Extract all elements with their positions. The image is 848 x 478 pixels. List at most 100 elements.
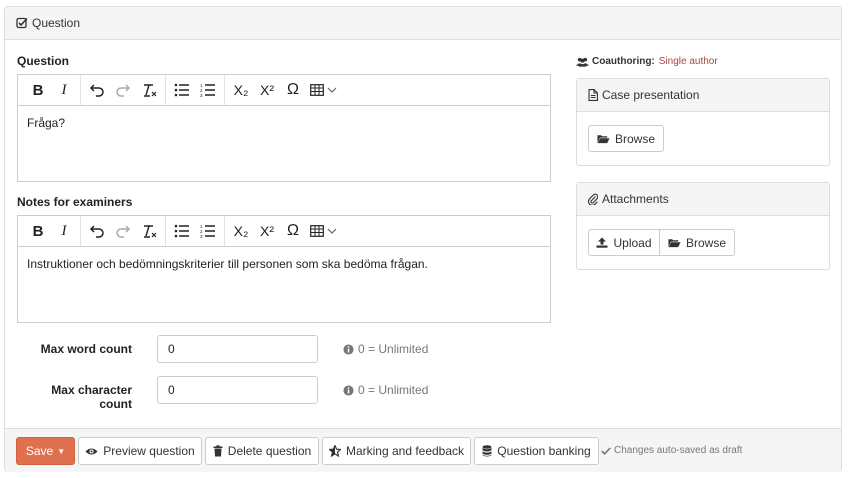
subscript-icon: X₂ [233, 82, 249, 98]
max-word-count-label: Max word count [40, 342, 132, 356]
save-label: Save [25, 444, 54, 458]
notes-editor: B I 123 X₂ X² Ω Instruktioner och bedömn… [17, 215, 551, 323]
question-editor-toolbar: B I 123 X₂ X² Ω [18, 75, 550, 106]
question-banking-label: Question banking [497, 444, 591, 458]
superscript-button[interactable]: X² [254, 219, 280, 243]
attachments-upload-button[interactable]: Upload [588, 229, 660, 256]
marking-feedback-button[interactable]: Marking and feedback [322, 437, 471, 465]
numbered-list-icon: 123 [200, 224, 215, 238]
numbered-list-button[interactable]: 123 [195, 78, 221, 102]
max-word-count-hint-text: 0 = Unlimited [358, 342, 429, 356]
preview-question-label: Preview question [103, 444, 195, 458]
clear-format-icon [144, 225, 157, 238]
file-icon [588, 89, 598, 101]
redo-button[interactable] [110, 78, 136, 102]
case-presentation-browse-label: Browse [614, 131, 655, 146]
autosave-text: Changes auto-saved as draft [614, 445, 743, 456]
undo-icon [89, 225, 104, 238]
clear-format-button[interactable] [136, 78, 162, 102]
users-icon [576, 57, 589, 67]
omega-icon: Ω [287, 222, 299, 239]
folder-open-icon [668, 238, 681, 247]
case-presentation-header: Case presentation [577, 79, 829, 112]
autosave-status: Changes auto-saved as draft [601, 445, 742, 456]
database-icon [482, 445, 492, 457]
preview-question-button[interactable]: Preview question [78, 437, 202, 465]
max-character-count-hint-text: 0 = Unlimited [358, 383, 429, 397]
coauthoring-status: Coauthoring: Single author [576, 56, 718, 67]
paperclip-icon [588, 193, 598, 205]
superscript-icon: X² [260, 223, 274, 239]
superscript-button[interactable]: X² [254, 78, 280, 102]
bullet-list-icon [174, 224, 189, 238]
question-editor-content[interactable]: Fråga? [18, 106, 550, 140]
superscript-icon: X² [260, 82, 274, 98]
svg-text:3: 3 [200, 234, 203, 238]
table-button[interactable] [306, 78, 340, 102]
attachments-panel: Attachments Upload Browse [576, 182, 830, 270]
undo-button[interactable] [84, 219, 110, 243]
case-presentation-panel: Case presentation Browse [576, 78, 830, 166]
max-character-count-input[interactable] [157, 376, 318, 404]
numbered-list-button[interactable]: 123 [195, 219, 221, 243]
chevron-down-icon [327, 228, 336, 234]
eye-icon [85, 447, 98, 455]
notes-editor-toolbar: B I 123 X₂ X² Ω [18, 216, 550, 247]
undo-icon [89, 84, 104, 97]
info-circle-icon [343, 343, 354, 355]
panel-footer: Save ▼ Preview question Delete question … [5, 428, 841, 472]
bullet-list-button[interactable] [169, 219, 195, 243]
svg-text:3: 3 [200, 93, 203, 97]
italic-button[interactable]: I [51, 78, 77, 102]
bullet-list-icon [174, 83, 189, 97]
subscript-button[interactable]: X₂ [228, 78, 254, 102]
trash-icon [213, 445, 223, 457]
bold-button[interactable]: B [25, 219, 51, 243]
table-icon [309, 84, 324, 96]
clear-format-button[interactable] [136, 219, 162, 243]
attachments-title: Attachments [602, 192, 669, 206]
numbered-list-icon: 123 [200, 83, 215, 97]
question-editor: B I 123 X₂ X² Ω Fråga? [17, 74, 551, 182]
attachments-browse-button[interactable]: Browse [659, 229, 735, 256]
coauthoring-label: Coauthoring: [592, 56, 655, 67]
omega-icon: Ω [287, 81, 299, 98]
attachments-browse-label: Browse [685, 235, 726, 250]
marking-feedback-label: Marking and feedback [345, 444, 465, 458]
redo-button[interactable] [110, 219, 136, 243]
italic-button[interactable]: I [51, 219, 77, 243]
checkbox-checked-icon [16, 17, 28, 29]
table-button[interactable] [306, 219, 340, 243]
case-presentation-browse-button[interactable]: Browse [588, 125, 664, 152]
question-banking-button[interactable]: Question banking [474, 437, 599, 465]
special-char-button[interactable]: Ω [280, 219, 306, 243]
redo-icon [116, 225, 131, 238]
info-circle-icon [343, 384, 354, 396]
subscript-icon: X₂ [233, 223, 249, 239]
upload-icon [596, 237, 608, 248]
italic-icon: I [61, 81, 67, 98]
bold-button[interactable]: B [25, 78, 51, 102]
max-word-count-hint: 0 = Unlimited [343, 342, 428, 356]
special-char-button[interactable]: Ω [280, 78, 306, 102]
coauthoring-value[interactable]: Single author [659, 56, 718, 67]
undo-button[interactable] [84, 78, 110, 102]
notes-label: Notes for examiners [17, 195, 133, 209]
max-word-count-input[interactable] [157, 335, 318, 363]
question-panel: Question Question B I 1 2 3 X₂ X² Ω Fråg… [4, 6, 842, 472]
subscript-button[interactable]: X₂ [228, 219, 254, 243]
question-label: Question [17, 54, 70, 68]
save-button[interactable]: Save ▼ [16, 437, 75, 465]
case-presentation-title: Case presentation [602, 88, 700, 102]
panel-header: Question [5, 7, 841, 40]
bullet-list-button[interactable] [169, 78, 195, 102]
redo-icon [116, 84, 131, 97]
clear-format-icon [144, 84, 157, 97]
attachments-upload-label: Upload [613, 235, 652, 250]
notes-editor-content[interactable]: Instruktioner och bedömningskriterier ti… [18, 247, 550, 281]
table-icon [309, 225, 324, 237]
delete-question-button[interactable]: Delete question [205, 437, 319, 465]
attachments-header: Attachments [577, 183, 829, 216]
panel-title: Question [32, 16, 81, 30]
check-icon [601, 446, 611, 455]
